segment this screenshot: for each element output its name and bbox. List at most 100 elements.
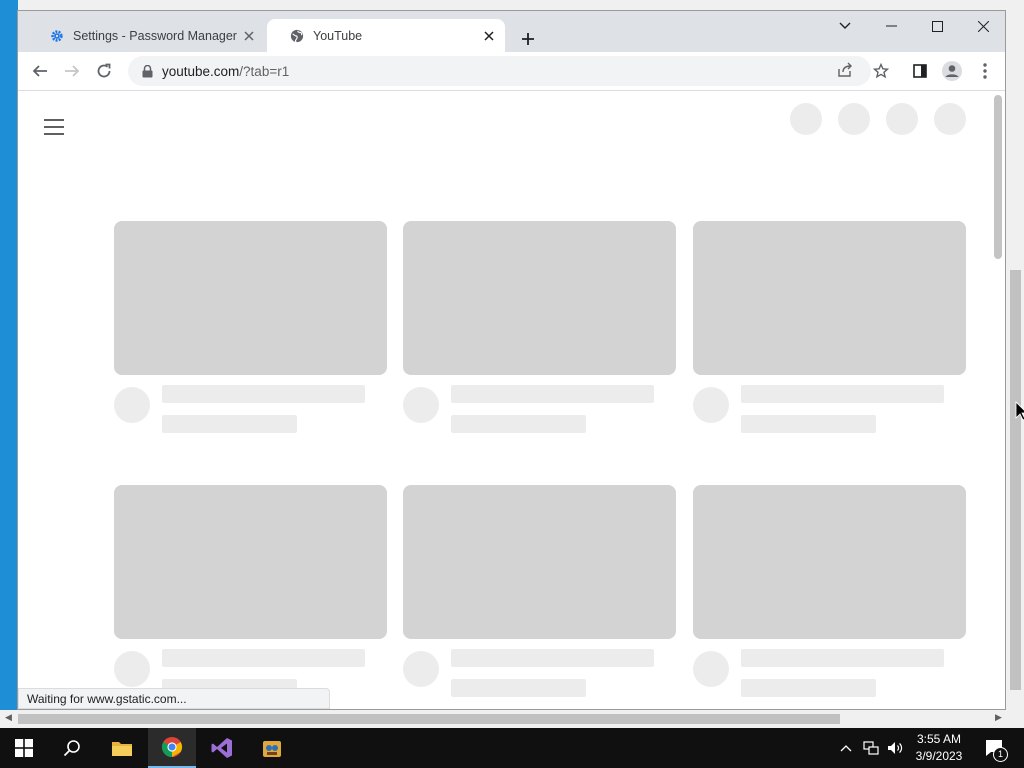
clock-time: 3:55 AM: [916, 732, 962, 746]
plus-icon: [522, 33, 534, 45]
close-tab-icon[interactable]: [239, 26, 259, 46]
close-tab-icon[interactable]: [479, 26, 499, 46]
browser-toolbar: youtube.com/?tab=r1: [18, 52, 1005, 91]
globe-icon: [289, 28, 305, 44]
maximize-icon: [931, 20, 943, 32]
chrome-taskbar-button[interactable]: [148, 728, 196, 768]
scroll-left-arrow-icon[interactable]: ◀: [5, 712, 12, 723]
close-icon: [977, 20, 989, 32]
windows-logo-icon: [15, 739, 33, 757]
video-thumbnail-skeleton[interactable]: [114, 485, 387, 639]
speaker-icon: [888, 742, 903, 754]
video-thumbnail-skeleton[interactable]: [114, 221, 387, 375]
channel-avatar-skeleton: [403, 387, 439, 423]
channel-avatar-skeleton: [403, 651, 439, 687]
kebab-menu-icon: [983, 63, 987, 79]
bookmark-star-button[interactable]: [869, 59, 893, 83]
forward-arrow-icon: [65, 65, 80, 77]
video-thumbnail-skeleton[interactable]: [693, 485, 966, 639]
tab-title: Settings - Password Manager: [73, 28, 237, 43]
folder-icon: [112, 742, 132, 756]
volume-button[interactable]: [884, 728, 906, 768]
share-icon[interactable]: [837, 62, 853, 83]
chevron-up-icon: [840, 745, 852, 752]
video-thumbnail-skeleton[interactable]: [693, 221, 966, 375]
video-thumbnail-skeleton[interactable]: [403, 485, 676, 639]
title-line-skeleton: [741, 649, 944, 667]
url-path: /?tab=r1: [239, 63, 290, 79]
chrome-icon: [161, 737, 183, 758]
tab-settings-password-manager[interactable]: Settings - Password Manager: [27, 19, 265, 52]
url-host: youtube.com: [162, 63, 240, 79]
tab-search-button[interactable]: [822, 11, 868, 41]
video-thumbnail-skeleton[interactable]: [403, 221, 676, 375]
outer-horizontal-scrollbar-thumb[interactable]: [18, 714, 840, 724]
mouse-cursor-icon: [1015, 401, 1024, 426]
meta-line-skeleton: [741, 415, 876, 433]
side-panel-icon: [913, 64, 927, 78]
gear-icon: [49, 28, 65, 44]
title-line-skeleton: [451, 649, 654, 667]
desktop-wallpaper-edge: [0, 0, 18, 710]
search-button[interactable]: [48, 728, 96, 768]
star-icon: [873, 63, 889, 79]
action-center-button[interactable]: 1: [980, 728, 1010, 768]
meta-line-skeleton: [451, 415, 586, 433]
hamburger-menu-icon[interactable]: [44, 119, 64, 135]
meta-line-skeleton: [741, 679, 876, 697]
youtube-page: [18, 91, 1005, 709]
taskbar: 3:55 AM 3/9/2023 1: [0, 728, 1024, 768]
status-bubble: Waiting for www.gstatic.com...: [18, 688, 330, 709]
side-panel-button[interactable]: [908, 59, 932, 83]
clock-date: 3/9/2023: [915, 749, 963, 763]
channel-avatar-skeleton: [693, 651, 729, 687]
channel-avatar-skeleton: [114, 651, 150, 687]
url-text[interactable]: youtube.com/?tab=r1: [162, 64, 289, 79]
visual-studio-button[interactable]: [198, 728, 246, 768]
title-line-skeleton: [741, 385, 944, 403]
page-scrollbar-thumb[interactable]: [994, 95, 1002, 259]
back-arrow-icon: [32, 65, 47, 77]
back-button[interactable]: [28, 59, 52, 83]
chevron-down-icon: [839, 22, 851, 29]
file-explorer-button[interactable]: [98, 728, 146, 768]
channel-avatar-skeleton: [114, 387, 150, 423]
meta-line-skeleton: [451, 679, 586, 697]
visual-studio-icon: [211, 738, 232, 758]
header-skeleton-circle: [838, 103, 870, 135]
tab-youtube[interactable]: YouTube: [267, 19, 505, 52]
header-skeleton-circle: [790, 103, 822, 135]
show-hidden-icons-button[interactable]: [836, 728, 856, 768]
notification-count-badge: 1: [993, 747, 1008, 762]
scroll-right-arrow-icon[interactable]: ▶: [995, 712, 1002, 723]
maximize-button[interactable]: [914, 11, 960, 41]
outer-vertical-scrollbar-thumb[interactable]: [1010, 270, 1021, 690]
reload-button[interactable]: [92, 59, 116, 83]
title-line-skeleton: [162, 385, 365, 403]
address-bar[interactable]: youtube.com/?tab=r1: [128, 56, 871, 86]
header-skeleton-circle: [934, 103, 966, 135]
search-icon: [63, 740, 80, 757]
channel-avatar-skeleton: [693, 387, 729, 423]
network-button[interactable]: [860, 728, 882, 768]
lock-icon[interactable]: [140, 64, 154, 78]
profile-avatar-icon: [942, 61, 962, 81]
meta-line-skeleton: [162, 415, 297, 433]
header-skeleton-circle: [886, 103, 918, 135]
system-clock[interactable]: 3:55 AM 3/9/2023: [905, 731, 973, 765]
app-taskbar-button[interactable]: [248, 728, 296, 768]
title-line-skeleton: [162, 649, 365, 667]
new-tab-button[interactable]: [516, 27, 540, 51]
close-window-button[interactable]: [960, 11, 1005, 41]
title-line-skeleton: [451, 385, 654, 403]
forward-button[interactable]: [60, 59, 84, 83]
menu-button[interactable]: [973, 59, 997, 83]
network-icon: [863, 741, 879, 755]
minimize-button[interactable]: [868, 11, 914, 41]
profile-button[interactable]: [940, 59, 964, 83]
minimize-icon: [885, 25, 897, 27]
browser-window: Settings - Password Manager YouTube yout…: [17, 10, 1006, 710]
reload-icon: [97, 63, 111, 78]
start-button[interactable]: [0, 728, 48, 768]
tab-strip: Settings - Password Manager YouTube: [18, 11, 1005, 52]
